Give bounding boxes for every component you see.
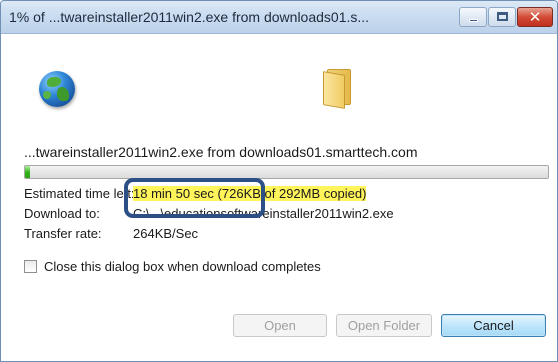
- download-source-text: ...twareinstaller2011win2.exe from downl…: [24, 144, 418, 160]
- close-button[interactable]: ✕: [517, 7, 553, 27]
- folder-icon: [323, 67, 355, 109]
- globe-icon: [39, 71, 75, 107]
- download-to-label: Download to:: [24, 206, 100, 221]
- progress-fill: [25, 166, 31, 178]
- cancel-button[interactable]: Cancel: [441, 314, 546, 337]
- eta-label: Estimated time left:: [24, 186, 135, 201]
- minimize-icon: [469, 19, 478, 22]
- transfer-rate-label: Transfer rate:: [24, 226, 102, 241]
- open-button[interactable]: Open: [233, 314, 327, 337]
- annotation-callout-box: [124, 178, 265, 218]
- maximize-icon: [497, 12, 508, 21]
- transfer-rate-value: 264KB/Sec: [133, 226, 199, 241]
- maximize-button[interactable]: [488, 7, 516, 27]
- open-folder-button[interactable]: Open Folder: [336, 314, 432, 337]
- title-bar[interactable]: 1% of ...twareinstaller2011win2.exe from…: [1, 1, 557, 34]
- close-on-complete-label[interactable]: Close this dialog box when download comp…: [44, 259, 321, 274]
- close-on-complete-checkbox[interactable]: [24, 260, 37, 273]
- window-title: 1% of ...twareinstaller2011win2.exe from…: [9, 9, 370, 25]
- download-progress-bar: [24, 165, 549, 179]
- minimize-button[interactable]: [459, 7, 487, 27]
- close-icon: ✕: [528, 8, 542, 26]
- download-dialog: 1% of ...twareinstaller2011win2.exe from…: [0, 0, 558, 362]
